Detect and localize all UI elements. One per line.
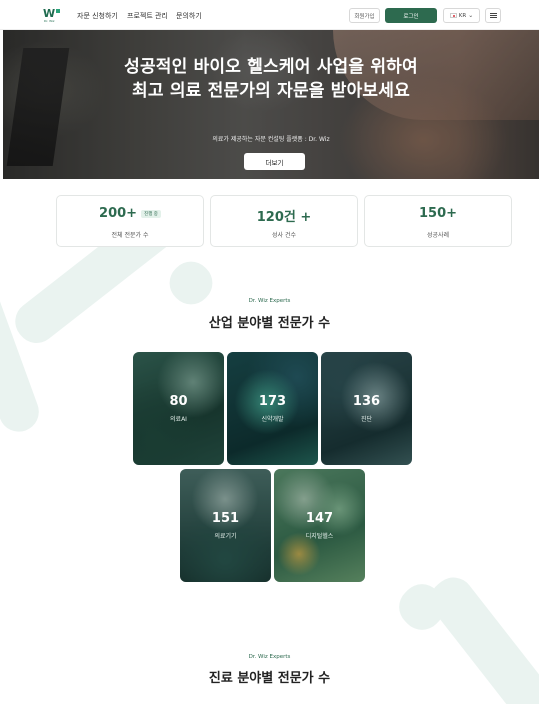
chevron-down-icon: ⌄ xyxy=(468,12,474,19)
hero-title-line2: 최고 의료 전문가의 자문을 받아보세요 xyxy=(132,81,410,101)
stat-value: 150+ xyxy=(418,206,458,221)
menu-icon xyxy=(489,13,497,18)
hero-banner: 성공적인 바이오 헬스케어 사업을 위하여 최고 의료 전문가의 자문을 받아보… xyxy=(3,30,539,179)
hero-more-button[interactable]: 더보기 xyxy=(244,153,305,170)
stat-card-deals: 120건 + 성사 건수 xyxy=(210,195,358,247)
nav-inquiry[interactable]: 문의하기 xyxy=(176,11,202,21)
card-label: 신약개발 xyxy=(261,416,284,423)
industry-card-medical-ai[interactable]: 80 의료AI xyxy=(133,352,224,465)
card-count: 173 xyxy=(258,394,287,409)
logo-subtext: Dr. Wiz xyxy=(44,19,55,23)
stat-value: 120건 + xyxy=(256,210,312,225)
section-title-clinical: 진료 분야별 전문가 수 xyxy=(208,671,331,686)
card-count: 136 xyxy=(352,394,381,409)
industry-card-digital-health[interactable]: 147 디지털헬스 xyxy=(274,469,365,582)
section-eyebrow: Dr. Wiz Experts xyxy=(248,298,291,304)
top-navigation-bar: W Dr. Wiz 자문 신청하기 프로젝트 관리 문의하기 회원가입 로그인 … xyxy=(0,0,539,30)
card-count: 80 xyxy=(169,394,188,409)
nav-consult-request[interactable]: 자문 신청하기 xyxy=(77,11,118,21)
stat-card-success: 150+ 성공사례 xyxy=(364,195,512,247)
hamburger-menu-button[interactable] xyxy=(485,8,501,23)
card-count: 151 xyxy=(211,511,240,526)
login-button[interactable]: 로그인 xyxy=(385,8,437,23)
industry-card-medical-devices[interactable]: 151 의료기기 xyxy=(180,469,271,582)
stat-label: 전체 전문가 수 xyxy=(111,232,149,239)
card-count: 147 xyxy=(305,511,334,526)
language-selector[interactable]: KR ⌄ xyxy=(443,8,480,23)
nav-project-management[interactable]: 프로젝트 관리 xyxy=(127,11,168,21)
hero-title-line1: 성공적인 바이오 헬스케어 사업을 위하여 xyxy=(124,57,418,77)
stat-value: 200+ 진행 중 xyxy=(57,206,203,221)
section-title-industry: 산업 분야별 전문가 수 xyxy=(208,316,331,331)
logo-accent-icon xyxy=(56,9,60,13)
hero-subtitle: 의료가 제공하는 자문 컨설팅 플랫폼 : Dr. Wiz xyxy=(212,136,330,143)
card-label: 진단 xyxy=(360,416,373,423)
industry-card-drug-development[interactable]: 173 신약개발 xyxy=(227,352,318,465)
logo[interactable]: W Dr. Wiz xyxy=(43,7,61,23)
stat-label: 성공사례 xyxy=(426,232,450,239)
card-label: 디지털헬스 xyxy=(305,533,334,540)
section-eyebrow: Dr. Wiz Experts xyxy=(248,654,291,660)
status-badge: 진행 중 xyxy=(141,209,161,218)
language-label: KR xyxy=(458,12,467,19)
stat-number: 200+ xyxy=(99,206,138,221)
stat-label: 성사 건수 xyxy=(272,232,296,239)
korea-flag-icon xyxy=(449,13,457,18)
signup-button[interactable]: 회원가입 xyxy=(349,8,380,23)
card-label: 의료AI xyxy=(170,416,187,423)
stat-card-experts: 200+ 진행 중 전체 전문가 수 xyxy=(56,195,204,247)
card-label: 의료기기 xyxy=(214,533,237,540)
industry-card-diagnosis[interactable]: 136 진단 xyxy=(321,352,412,465)
